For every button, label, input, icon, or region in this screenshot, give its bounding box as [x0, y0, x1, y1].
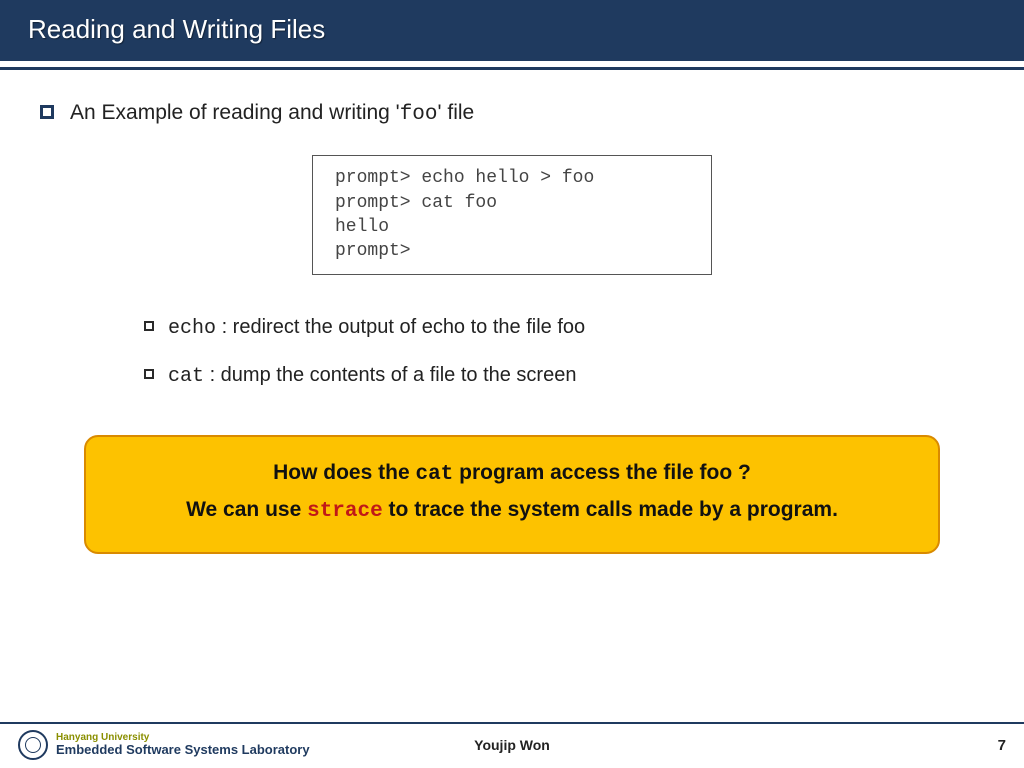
slide: Reading and Writing Files An Example of … [0, 0, 1024, 768]
code-line: hello [335, 215, 689, 239]
sub-desc: : redirect the output of echo to the fil… [216, 316, 585, 338]
lab-text: Hanyang University Embedded Software Sys… [56, 733, 310, 757]
callout-box: How does the cat program access the file… [84, 435, 940, 554]
square-bullet-icon [144, 369, 154, 379]
callout-line-1: How does the cat program access the file… [106, 455, 918, 493]
lab-name: Embedded Software Systems Laboratory [56, 743, 310, 757]
callout-code-highlight: strace [307, 500, 383, 523]
sub-bullet: echo : redirect the output of echo to th… [144, 313, 984, 343]
footer-left: Hanyang University Embedded Software Sys… [18, 730, 310, 760]
bullet-text: An Example of reading and writing 'foo' … [70, 98, 474, 129]
callout-text: to trace the system calls made by a prog… [383, 498, 838, 521]
sub-text: cat : dump the contents of a file to the… [168, 361, 576, 391]
callout-text: program access the file foo ? [453, 461, 751, 484]
sub-bullet: cat : dump the contents of a file to the… [144, 361, 984, 391]
sub-cmd: cat [168, 365, 204, 388]
footer-author: Youjip Won [474, 737, 550, 753]
slide-title: Reading and Writing Files [28, 14, 325, 44]
code-line: prompt> [335, 239, 689, 263]
bullet-main: An Example of reading and writing 'foo' … [40, 98, 984, 129]
callout-line-2: We can use strace to trace the system ca… [106, 492, 918, 530]
slide-title-bar: Reading and Writing Files [0, 0, 1024, 61]
code-line: prompt> echo hello > foo [335, 166, 689, 190]
sub-bullet-list: echo : redirect the output of echo to th… [144, 313, 984, 391]
university-seal-icon [18, 730, 48, 760]
bullet-code: foo [400, 103, 438, 126]
bullet-suffix: ' file [438, 101, 475, 124]
sub-text: echo : redirect the output of echo to th… [168, 313, 585, 343]
slide-body: An Example of reading and writing 'foo' … [0, 70, 1024, 768]
code-block: prompt> echo hello > foo prompt> cat foo… [312, 155, 712, 274]
slide-footer: Hanyang University Embedded Software Sys… [0, 722, 1024, 768]
square-bullet-icon [40, 105, 54, 119]
callout-text: How does the [273, 461, 415, 484]
callout-code: cat [415, 463, 453, 486]
code-line: prompt> cat foo [335, 191, 689, 215]
callout-text: We can use [186, 498, 307, 521]
square-bullet-icon [144, 321, 154, 331]
sub-cmd: echo [168, 317, 216, 340]
footer-page-number: 7 [998, 737, 1006, 754]
bullet-prefix: An Example of reading and writing ' [70, 101, 400, 124]
sub-desc: : dump the contents of a file to the scr… [204, 364, 576, 386]
